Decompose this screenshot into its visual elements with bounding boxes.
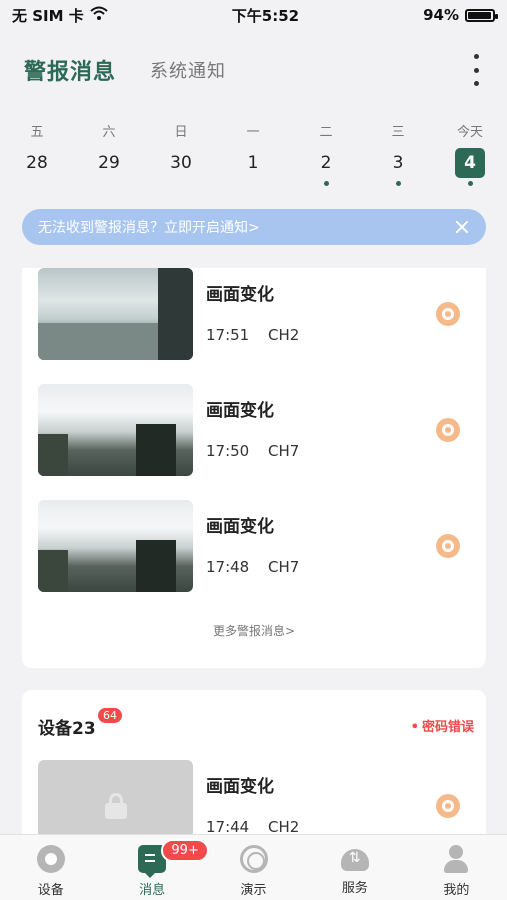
alarm-channel: CH7 xyxy=(268,442,300,460)
weekday-label: 六 xyxy=(102,125,116,140)
status-left: 无 SIM 卡 xyxy=(12,5,108,26)
snapshot-thumbnail[interactable] xyxy=(38,384,193,476)
tab-alarm-messages[interactable]: 警报消息 xyxy=(24,54,116,86)
service-icon xyxy=(340,849,369,871)
motion-alarm-icon xyxy=(436,794,460,818)
tab-services[interactable]: 服务 xyxy=(304,835,405,900)
tab-label: 服务 xyxy=(341,881,368,896)
tab-label: 设备 xyxy=(37,883,64,898)
calendar-day[interactable]: 二 2 xyxy=(306,122,346,186)
alarm-time: 17:51 xyxy=(206,326,250,344)
weekday-label: 五 xyxy=(30,125,44,140)
weekday-label: 二 xyxy=(319,125,333,140)
list-item[interactable]: 画面变化 17:51 CH2 xyxy=(22,268,486,363)
calendar-day[interactable]: 日 30 xyxy=(161,122,201,178)
banner-text[interactable]: 无法收到警报消息？立即开启通知> xyxy=(38,217,454,237)
tab-label: 消息 xyxy=(139,883,166,898)
list-item[interactable]: 画面变化 17:44 CH2 xyxy=(22,760,486,834)
calendar-day[interactable]: 五 28 xyxy=(17,122,57,178)
alarm-channel: CH7 xyxy=(268,558,300,576)
motion-alarm-icon xyxy=(436,534,460,558)
alarm-title: 画面变化 xyxy=(206,777,274,797)
device-unread-badge: 64 xyxy=(98,708,122,723)
message-count-badge: 99+ xyxy=(161,839,209,862)
battery-percent: 94% xyxy=(423,6,459,24)
battery-icon xyxy=(464,8,498,22)
alarm-dot xyxy=(323,181,329,186)
calendar-day[interactable]: 三 3 xyxy=(378,122,418,186)
device-status: 密码错误 xyxy=(411,716,474,735)
snapshot-thumbnail[interactable] xyxy=(38,500,193,592)
motion-alarm-icon xyxy=(436,302,460,326)
status-bar: 无 SIM 卡 下午5:52 94% xyxy=(0,0,507,30)
wifi-icon xyxy=(90,6,108,24)
weekday-label: 一 xyxy=(246,125,260,140)
snapshot-thumbnail[interactable] xyxy=(38,268,193,360)
week-calendar: 五 28 六 29 日 30 一 1 二 2 三 3 今天 4 xyxy=(0,122,507,194)
alarm-title: 画面变化 xyxy=(206,517,274,537)
more-alarms-link[interactable]: 更多警报消息> xyxy=(22,622,486,639)
alarm-time: 17:50 xyxy=(206,442,250,460)
tab-messages[interactable]: 消息 99+ xyxy=(101,835,209,900)
weekday-label: 今天 xyxy=(456,125,483,140)
status-right: 94% xyxy=(423,6,498,24)
date-label: 28 xyxy=(26,153,48,173)
alarm-scroll-area[interactable]: 画面变化 17:51 CH2 画面变化 17:50 CH7 画面变化 17:48… xyxy=(0,268,507,834)
tab-label: 演示 xyxy=(240,883,267,898)
date-label: 1 xyxy=(247,153,259,173)
alarm-card: 画面变化 17:51 CH2 画面变化 17:50 CH7 画面变化 17:48… xyxy=(22,268,486,668)
calendar-day-selected[interactable]: 今天 4 xyxy=(450,122,490,186)
header: 警报消息 系统通知 xyxy=(0,44,507,96)
battery-fill xyxy=(467,11,491,19)
more-options-icon[interactable] xyxy=(471,54,481,86)
alarm-channel: CH2 xyxy=(268,326,300,344)
weekday-label: 三 xyxy=(391,125,405,140)
date-label: 30 xyxy=(170,153,192,173)
notification-banner[interactable]: 无法收到警报消息？立即开启通知> xyxy=(22,209,486,245)
alarm-channel: CH2 xyxy=(268,818,300,834)
profile-icon xyxy=(442,845,470,873)
motion-alarm-icon xyxy=(436,418,460,442)
clock: 下午5:52 xyxy=(231,6,300,25)
device-icon xyxy=(36,845,65,873)
calendar-day[interactable]: 一 1 xyxy=(233,122,273,178)
date-label: 2 xyxy=(320,153,332,173)
alarm-title: 画面变化 xyxy=(206,285,274,305)
list-item[interactable]: 画面变化 17:50 CH7 xyxy=(22,384,486,479)
device-card: 设备23 64 密码错误 画面变化 17:44 CH2 xyxy=(22,690,486,834)
bottom-tab-bar: 设备 消息 99+ 演示 服务 我的 xyxy=(0,834,507,900)
demo-icon xyxy=(239,845,268,873)
list-item[interactable]: 画面变化 17:48 CH7 xyxy=(22,500,486,595)
tab-label: 我的 xyxy=(443,883,470,898)
tab-profile[interactable]: 我的 xyxy=(406,835,507,900)
alarm-dot xyxy=(395,181,401,186)
tab-devices[interactable]: 设备 xyxy=(0,835,101,900)
calendar-day[interactable]: 六 29 xyxy=(89,122,129,178)
alarm-title: 画面变化 xyxy=(206,401,274,421)
tab-system-notices[interactable]: 系统通知 xyxy=(150,57,226,83)
carrier-label: 无 SIM 卡 xyxy=(12,6,84,25)
device-name[interactable]: 设备23 xyxy=(38,714,96,739)
alarm-time: 17:48 xyxy=(206,558,250,576)
date-label: 29 xyxy=(98,153,120,173)
date-label: 4 xyxy=(455,148,485,178)
tab-demo[interactable]: 演示 xyxy=(203,835,304,900)
date-label: 3 xyxy=(392,153,404,173)
weekday-label: 日 xyxy=(174,125,188,140)
alarm-dot xyxy=(467,181,473,186)
alarm-time: 17:44 xyxy=(206,818,250,834)
close-icon[interactable] xyxy=(454,219,470,235)
